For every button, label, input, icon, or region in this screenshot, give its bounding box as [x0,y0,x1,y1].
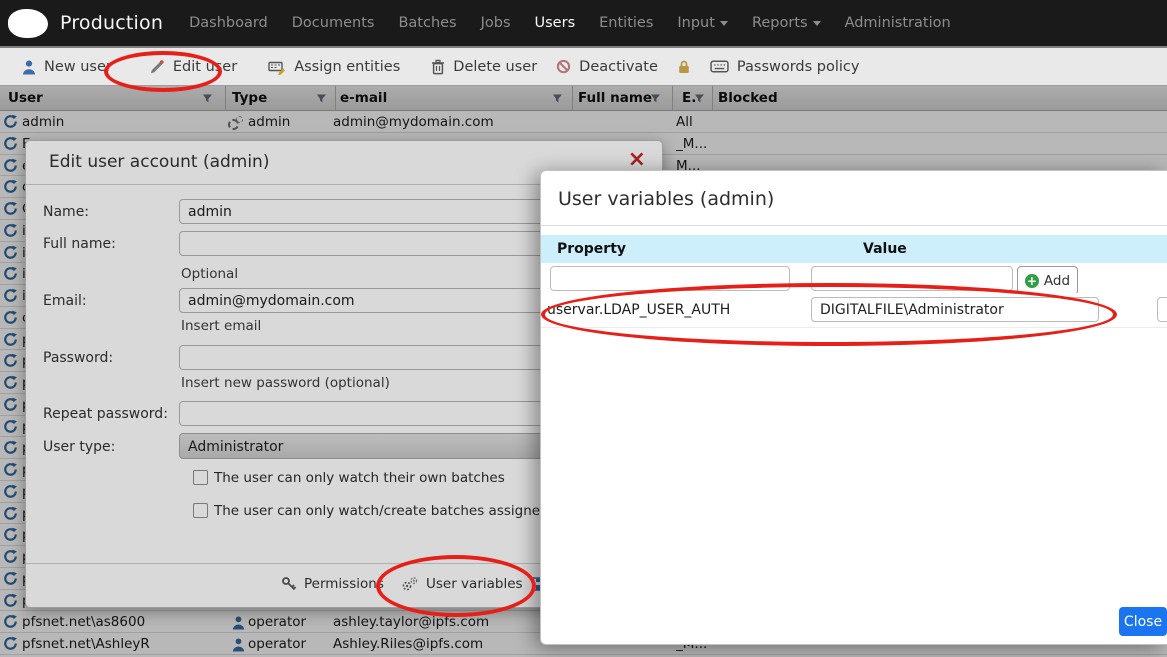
delete-user-button[interactable]: Delete user [431,59,537,75]
property-filter-input[interactable] [550,266,790,291]
edit-user-label: Edit user [173,59,237,75]
title-divider [541,225,1167,226]
brand-title: Production [60,12,163,34]
edit-user-button[interactable]: Edit user [149,59,237,75]
nav-item-input-label: Input [677,15,715,31]
new-user-button[interactable]: New user [22,59,112,75]
user-variables-title: User variables (admin) [558,188,774,210]
deactivate-button[interactable]: Deactivate [556,59,658,75]
nav-item-dashboard[interactable]: Dashboard [189,15,268,31]
nav-item-input[interactable]: Input [677,15,728,31]
person-icon [22,59,36,75]
value-column-header: Value [863,241,907,257]
nav-item-documents[interactable]: Documents [292,15,375,31]
assign-entities-icon [268,59,286,75]
assign-entities-label: Assign entities [294,59,400,75]
top-nav: Production Dashboard Documents Batches J… [0,0,1167,46]
user-variables-dialog: User variables (admin) Property Value Ad… [540,170,1167,645]
app-window: Production Dashboard Documents Batches J… [0,0,1167,657]
nav-item-jobs[interactable]: Jobs [481,15,511,31]
close-button[interactable]: Close [1119,607,1167,636]
variable-row[interactable]: uservar.LDAP_USER_AUTH [541,293,1167,328]
variable-property: uservar.LDAP_USER_AUTH [547,302,730,318]
app-logo [8,9,48,38]
deactivate-icon [556,59,571,74]
lock-button[interactable] [677,59,691,75]
pencil-icon [149,59,165,75]
lock-icon [677,59,691,75]
variables-table-header [541,235,1167,263]
keyboard-icon [710,60,729,73]
nav-item-administration[interactable]: Administration [845,15,951,31]
chevron-down-icon [720,21,728,26]
trash-icon [431,59,445,75]
nav-item-batches[interactable]: Batches [398,15,456,31]
variable-value-input-cutoff[interactable] [1157,297,1167,322]
add-variable-button[interactable]: Add [1017,266,1078,295]
users-toolbar: New user Edit user Assign entities Delet… [0,46,1167,86]
plus-circle-icon [1025,274,1039,288]
chevron-down-icon [813,21,821,26]
nav-item-reports[interactable]: Reports [752,15,821,31]
passwords-policy-label: Passwords policy [737,59,860,75]
property-column-header: Property [557,241,626,257]
delete-user-label: Delete user [453,59,537,75]
value-filter-input[interactable] [811,266,1013,291]
new-user-label: New user [44,59,112,75]
nav-item-users[interactable]: Users [535,15,576,31]
nav-item-entities[interactable]: Entities [599,15,653,31]
add-label: Add [1044,273,1070,289]
variable-value-input[interactable] [811,297,1099,322]
deactivate-label: Deactivate [579,59,658,75]
assign-entities-button[interactable]: Assign entities [268,59,400,75]
nav-item-reports-label: Reports [752,15,808,31]
passwords-policy-button[interactable]: Passwords policy [710,59,860,75]
